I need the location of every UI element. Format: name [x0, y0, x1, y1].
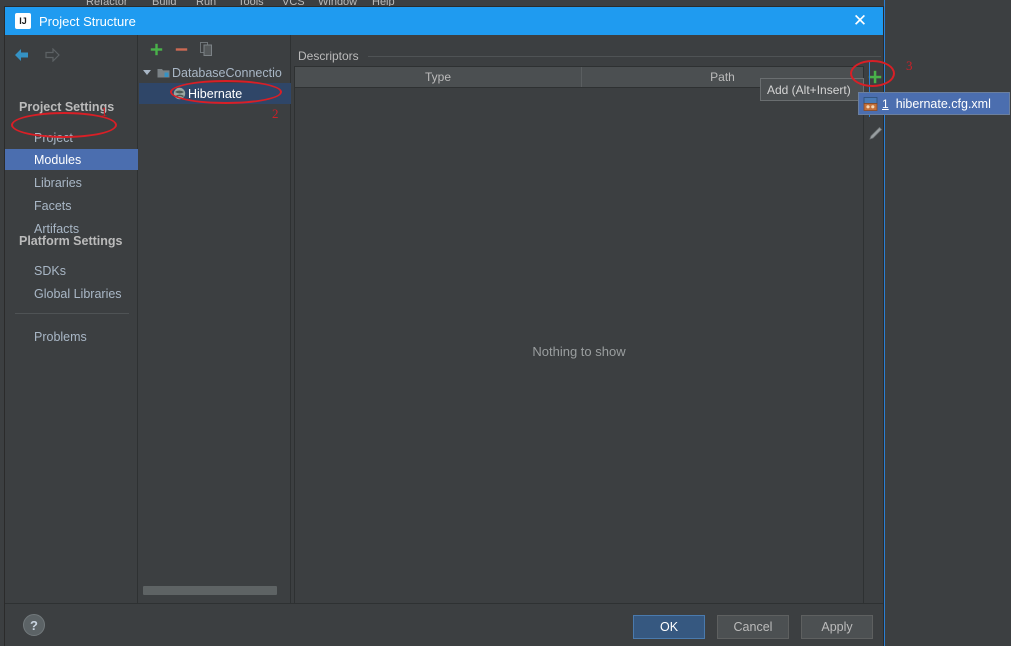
module-icon: [155, 67, 172, 79]
column-header-type[interactable]: Type: [295, 67, 582, 87]
sidebar-item-libraries[interactable]: Libraries: [5, 172, 138, 193]
cancel-button[interactable]: Cancel: [717, 615, 789, 639]
project-structure-dialog: Project Structure ✕: [4, 6, 884, 646]
sidebar-item-facets[interactable]: Facets: [5, 195, 138, 216]
dialog-title: Project Structure: [39, 13, 136, 29]
sidebar-item-artifacts[interactable]: Artifacts: [5, 218, 138, 239]
tooltip-text: Add (Alt+Insert): [767, 82, 851, 97]
dialog-footer: ? OK Cancel Apply: [5, 603, 883, 646]
tree-node-hibernate[interactable]: Hibernate: [139, 83, 291, 104]
sidebar-item-label: Modules: [34, 152, 82, 167]
module-tree-panel: DatabaseConnectio Hibernate: [139, 35, 291, 603]
sidebar-item-modules[interactable]: Modules: [5, 149, 138, 170]
tree-scrollbar-thumb[interactable]: [143, 586, 277, 595]
apply-button[interactable]: Apply: [801, 615, 873, 639]
module-tree-toolbar: [139, 35, 291, 62]
intellij-idea-icon: [15, 13, 31, 29]
tree-node-databaseconnection[interactable]: DatabaseConnectio: [139, 62, 291, 83]
empty-state-text: Nothing to show: [532, 343, 626, 359]
tree-node-label: DatabaseConnectio: [172, 65, 282, 80]
popup-item-hibernate-cfg-xml[interactable]: hibernate.cfg.xml: [896, 97, 991, 111]
sidebar-item-label: Libraries: [34, 175, 82, 190]
sidebar-item-label: SDKs: [34, 263, 66, 278]
sidebar-item-sdks[interactable]: SDKs: [5, 260, 138, 281]
sidebar-divider: [15, 313, 129, 314]
dialog-title-bar[interactable]: Project Structure ✕: [5, 7, 883, 35]
sidebar-item-label: Global Libraries: [34, 286, 122, 301]
ok-button[interactable]: OK: [633, 615, 705, 639]
settings-sidebar: Project Settings Platform Settings Proje…: [5, 35, 138, 603]
chevron-down-icon[interactable]: [139, 70, 155, 75]
back-arrow-icon[interactable]: [13, 48, 31, 64]
sidebar-group-project-settings: Project Settings: [19, 100, 115, 114]
descriptors-table: Type Path Nothing to show: [294, 66, 864, 615]
navigation-buttons: [13, 45, 133, 67]
sidebar-item-project[interactable]: Project: [5, 127, 138, 148]
sidebar-item-label: Facets: [34, 198, 72, 213]
screen-root: Refactor Build Run Tools VCS Window Help…: [0, 0, 1011, 646]
forward-arrow-icon: [43, 48, 61, 64]
descriptors-table-body: Nothing to show: [295, 88, 863, 614]
section-divider: [368, 56, 881, 57]
close-icon[interactable]: ✕: [837, 7, 883, 35]
facet-detail-panel: Descriptors Type Path Nothing to show: [292, 35, 883, 615]
sidebar-item-global-libraries[interactable]: Global Libraries: [5, 283, 138, 304]
copy-module-icon[interactable]: [197, 40, 215, 58]
add-module-button[interactable]: [147, 40, 165, 58]
sidebar-item-problems[interactable]: Problems: [5, 326, 138, 347]
remove-module-button[interactable]: [172, 40, 190, 58]
module-tree-rows: DatabaseConnectio Hibernate: [139, 62, 291, 104]
tree-node-label: Hibernate: [188, 86, 243, 101]
dialog-body: Project Settings Platform Settings Proje…: [5, 35, 883, 615]
tree-horizontal-scrollbar[interactable]: [141, 586, 289, 595]
help-icon[interactable]: ?: [23, 614, 45, 636]
sidebar-item-label: Problems: [34, 329, 87, 344]
sidebar-item-label: Project: [34, 130, 73, 145]
hibernate-config-file-icon: [862, 96, 879, 111]
popup-item-mnemonic: 1: [882, 96, 889, 111]
add-button-tooltip: Add (Alt+Insert): [760, 78, 864, 101]
sidebar-item-label: Artifacts: [34, 221, 80, 236]
add-descriptor-popup-menu[interactable]: 1 hibernate.cfg.xml: [858, 92, 1010, 115]
descriptors-section-label: Descriptors: [298, 49, 359, 63]
hibernate-facet-icon: [171, 87, 188, 100]
